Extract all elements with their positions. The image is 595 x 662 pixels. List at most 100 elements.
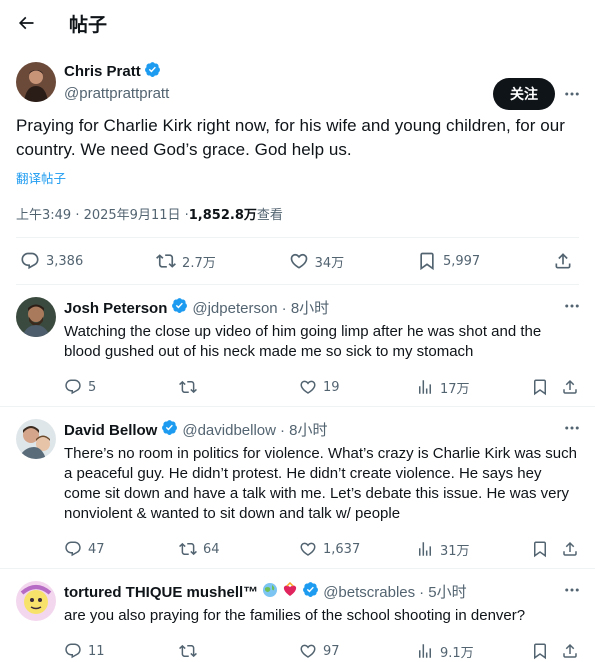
author-name-text[interactable]: Chris Pratt — [64, 62, 141, 82]
main-post: Chris Pratt @prattprattpratt 关注 Praying … — [0, 61, 595, 223]
bookmark-button[interactable]: 5,997 — [417, 251, 480, 271]
share-button[interactable] — [561, 540, 579, 558]
bookmark-icon — [534, 643, 546, 660]
like-button[interactable]: 1,637 — [299, 540, 360, 558]
reply-author-handle[interactable]: @betscrables — [323, 583, 415, 603]
reply-author-handle[interactable]: @jdpeterson — [192, 299, 277, 319]
heart-icon — [300, 542, 316, 556]
more-options-icon[interactable] — [563, 85, 581, 103]
views-button[interactable]: 17万 — [416, 378, 470, 397]
repost-button[interactable] — [179, 378, 203, 396]
avatar[interactable] — [16, 419, 56, 459]
repost-count: 64 — [203, 541, 220, 557]
repost-icon — [156, 254, 176, 268]
share-button[interactable] — [561, 642, 579, 660]
share-button[interactable] — [553, 251, 573, 271]
reply-button[interactable]: 47 — [64, 540, 105, 558]
reply-text: There’s no room in politics for violence… — [64, 445, 577, 522]
avatar[interactable] — [16, 581, 56, 621]
bookmark-button[interactable] — [531, 540, 549, 558]
like-count: 1,637 — [323, 541, 361, 557]
views-button[interactable]: 31万 — [416, 540, 470, 559]
reply-icon — [21, 252, 39, 270]
like-button[interactable]: 19 — [299, 378, 340, 396]
follow-button[interactable]: 关注 — [493, 78, 555, 110]
reply-timestamp[interactable]: · 8小时 — [282, 299, 330, 319]
verified-badge-icon — [302, 581, 319, 604]
post-meta: 上午3:49 · 2025年9月11日 · 1,852.8万 查看 — [16, 204, 579, 223]
reply-author-handle[interactable]: @davidbellow — [182, 421, 276, 441]
reply-icon — [65, 643, 81, 659]
views-count: 9.1万 — [440, 645, 474, 661]
reply-item[interactable]: Josh Peterson @jdpeterson · 8小时 Watching… — [0, 285, 595, 407]
reply-text: are you also praying for the families of… — [64, 607, 526, 624]
more-options-icon[interactable] — [563, 419, 581, 437]
reply-button[interactable]: 3,386 — [20, 251, 83, 271]
views-label: 查看 — [256, 208, 283, 223]
like-button[interactable]: 34万 — [289, 251, 344, 271]
author-name[interactable]: Chris Pratt — [64, 61, 169, 84]
reply-timestamp[interactable]: · 5小时 — [419, 583, 467, 603]
reply-icon — [65, 541, 81, 557]
avatar[interactable] — [16, 62, 56, 102]
translate-post-link[interactable]: 翻译帖子 — [16, 168, 579, 187]
heart-icon — [290, 253, 307, 269]
like-count: 19 — [323, 379, 340, 395]
share-icon — [563, 541, 577, 556]
repost-button[interactable] — [179, 642, 203, 660]
repost-button[interactable]: 2.7万 — [156, 251, 216, 271]
back-arrow-icon[interactable] — [14, 11, 38, 35]
post-action-bar: 3,386 2.7万 34万 5,997 — [16, 237, 579, 285]
bookmark-icon — [420, 252, 434, 271]
reply-button[interactable]: 11 — [64, 642, 105, 660]
bookmark-icon — [534, 379, 546, 396]
bookmark-count: 5,997 — [442, 253, 481, 269]
views-chart-icon — [419, 542, 431, 556]
verified-badge-icon — [161, 419, 178, 442]
reply-count: 47 — [88, 541, 105, 557]
top-bar: 帖子 — [0, 0, 595, 46]
views-count: 1,852.8万 — [188, 208, 257, 223]
views-button[interactable]: 9.1万 — [416, 642, 474, 661]
globe-emoji-icon — [262, 582, 278, 604]
reply-author-name[interactable]: tortured THIQUE mushell™ — [64, 583, 258, 603]
replies-list: Josh Peterson @jdpeterson · 8小时 Watching… — [0, 285, 595, 662]
views-count: 31万 — [440, 543, 470, 559]
repost-icon — [179, 380, 197, 394]
heart-icon — [300, 380, 316, 394]
more-options-icon[interactable] — [563, 297, 581, 315]
heart-emoji-icon — [282, 581, 298, 604]
share-icon — [563, 643, 577, 658]
share-icon — [555, 253, 571, 269]
bookmark-button[interactable] — [531, 378, 549, 396]
reply-item[interactable]: tortured THIQUE mushell™ @betscrables · … — [0, 569, 595, 662]
reply-author-name[interactable]: David Bellow — [64, 421, 157, 441]
author-handle[interactable]: @prattprattpratt — [64, 84, 169, 104]
share-icon — [563, 379, 577, 394]
views-chart-icon — [419, 380, 431, 394]
bookmark-button[interactable] — [531, 642, 549, 660]
views-chart-icon — [419, 644, 431, 658]
reply-action-bar: 11 97 9.1万 — [64, 632, 579, 662]
reply-action-bar: 47 64 1,637 31万 — [64, 530, 579, 568]
reply-button[interactable]: 5 — [64, 378, 96, 396]
reply-text: Watching the close up video of him going… — [64, 323, 542, 360]
like-count: 97 — [323, 643, 340, 659]
reply-timestamp[interactable]: · 8小时 — [280, 421, 328, 441]
more-options-icon[interactable] — [563, 581, 581, 599]
reply-icon — [65, 379, 81, 395]
like-button[interactable]: 97 — [299, 642, 340, 660]
reply-count: 5 — [88, 379, 97, 395]
reply-action-bar: 5 19 17万 — [64, 368, 579, 406]
repost-count: 2.7万 — [182, 255, 216, 271]
views-count: 17万 — [440, 381, 470, 397]
post-text: Praying for Charlie Kirk right now, for … — [16, 116, 566, 159]
reply-count: 11 — [88, 643, 105, 659]
avatar[interactable] — [16, 297, 56, 337]
post-timestamp[interactable]: 上午3:49 · 2025年9月11日 · — [16, 204, 189, 223]
repost-button[interactable]: 64 — [179, 540, 220, 558]
reply-item[interactable]: David Bellow @davidbellow · 8小时 There’s … — [0, 407, 595, 569]
verified-badge-icon — [144, 61, 161, 84]
share-button[interactable] — [561, 378, 579, 396]
reply-author-name[interactable]: Josh Peterson — [64, 299, 167, 319]
